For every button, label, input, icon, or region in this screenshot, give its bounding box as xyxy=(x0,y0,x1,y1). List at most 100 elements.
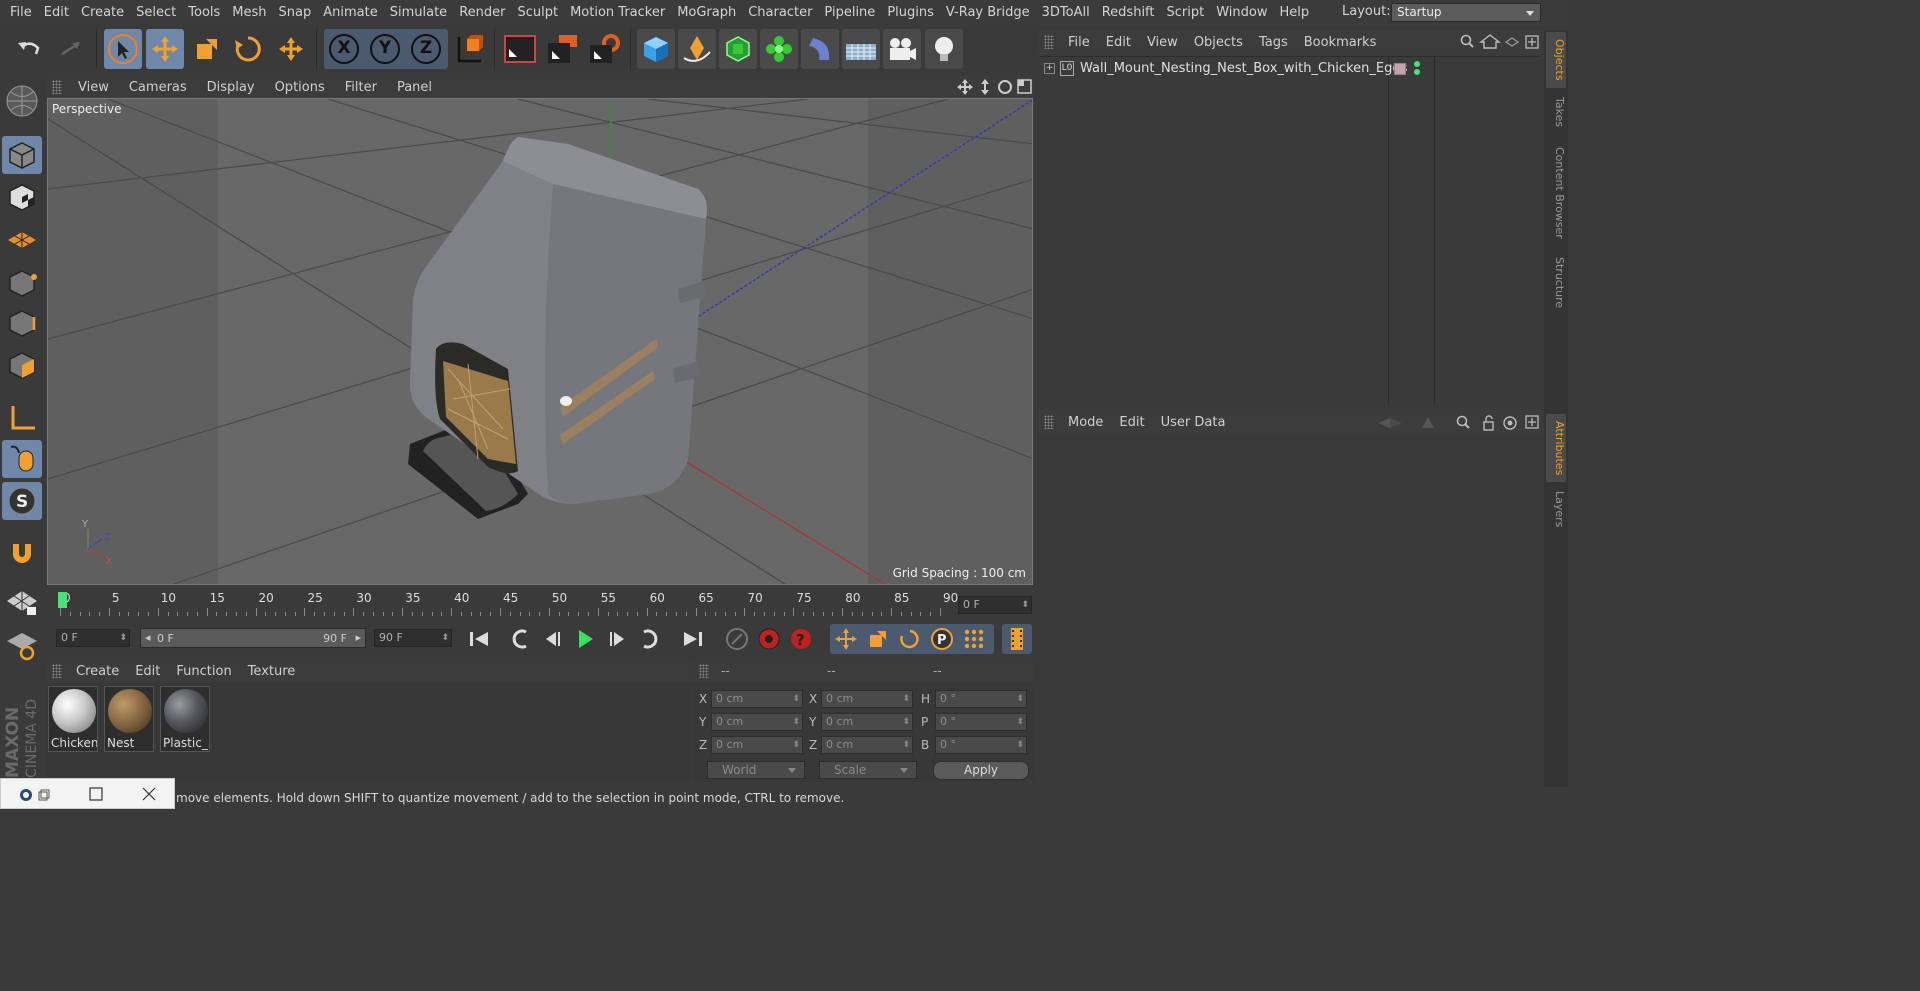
timeline-ruler[interactable]: 051015202530354045505560657075808590 xyxy=(60,588,958,618)
key-rotation-button[interactable] xyxy=(895,624,925,654)
minimized-window[interactable] xyxy=(0,778,175,809)
tab-attributes[interactable]: Attributes xyxy=(1546,414,1566,482)
edges-mode-button[interactable] xyxy=(2,304,42,342)
tab-takes[interactable]: Takes xyxy=(1546,90,1566,134)
workplane-lock-button[interactable] xyxy=(2,584,42,622)
menu-mesh[interactable]: Mesh xyxy=(226,0,272,26)
menu-sculpt[interactable]: Sculpt xyxy=(511,0,564,26)
menu-mograph[interactable]: MoGraph xyxy=(671,0,742,26)
deformer-button[interactable] xyxy=(801,29,839,69)
timeline[interactable]: 051015202530354045505560657075808590 0 F xyxy=(46,588,1034,618)
render-picture-viewer-button[interactable] xyxy=(543,29,581,69)
texture-mode-button[interactable] xyxy=(2,178,42,216)
objects-menu-bookmarks[interactable]: Bookmarks xyxy=(1296,35,1385,50)
keyframe-selection-button[interactable]: ? xyxy=(786,624,816,654)
position-x-field[interactable]: 0 cm xyxy=(711,690,803,708)
close-icon[interactable] xyxy=(142,787,156,801)
scale-button[interactable] xyxy=(188,29,226,69)
layer-color-swatch[interactable] xyxy=(1394,63,1406,75)
subdivision-surface-button[interactable] xyxy=(719,29,757,69)
menu-create[interactable]: Create xyxy=(75,0,130,26)
pen-tool-button[interactable] xyxy=(678,29,716,69)
tab-objects[interactable]: Objects xyxy=(1546,32,1566,88)
attribute-manager-tools[interactable] xyxy=(1376,414,1540,432)
x-axis-button[interactable]: X xyxy=(325,29,363,69)
menu-redshift[interactable]: Redshift xyxy=(1096,0,1161,26)
material-menu-edit[interactable]: Edit xyxy=(127,664,168,679)
tab-layers[interactable]: Layers xyxy=(1546,486,1566,532)
solo-button[interactable]: S xyxy=(2,482,42,520)
previous-frame-button[interactable] xyxy=(538,624,568,654)
start-frame-field[interactable]: 0 F xyxy=(56,629,130,647)
size-y-field[interactable]: 0 cm xyxy=(821,713,913,731)
next-key-button[interactable] xyxy=(634,624,664,654)
viewport-menu-view[interactable]: View xyxy=(68,80,119,95)
viewport-menu-display[interactable]: Display xyxy=(197,80,265,95)
material-swatch[interactable]: Plastic_E xyxy=(160,686,210,752)
current-frame-field[interactable]: 0 F xyxy=(958,596,1032,614)
coordinate-system-button[interactable] xyxy=(450,29,488,69)
menu-plugins[interactable]: Plugins xyxy=(881,0,940,26)
end-frame-field[interactable]: 90 F xyxy=(374,629,452,647)
model-mode-button[interactable] xyxy=(2,136,42,174)
material-menu-texture[interactable]: Texture xyxy=(240,664,304,679)
tweak-mode-button[interactable] xyxy=(2,440,42,478)
axis-mode-button[interactable] xyxy=(2,398,42,436)
rotate-button[interactable] xyxy=(229,29,267,69)
record-active-button[interactable] xyxy=(722,624,752,654)
menu-simulate[interactable]: Simulate xyxy=(384,0,453,26)
editor-visibility-dot[interactable] xyxy=(1414,61,1420,67)
live-selection-button[interactable] xyxy=(104,29,142,69)
size-x-field[interactable]: 0 cm xyxy=(821,690,913,708)
light-button[interactable] xyxy=(925,29,963,69)
render-visibility-dot[interactable] xyxy=(1414,69,1420,75)
menu-help[interactable]: Help xyxy=(1274,0,1316,26)
cloner-button[interactable] xyxy=(760,29,798,69)
material-swatch[interactable]: Chicken xyxy=(48,686,98,752)
locked-workplane-button[interactable] xyxy=(2,626,42,664)
object-row[interactable]: + L0 Wall_Mount_Nesting_Nest_Box_with_Ch… xyxy=(1040,59,1540,79)
key-scale-button[interactable] xyxy=(863,624,893,654)
workplane-mode-button[interactable] xyxy=(2,220,42,258)
maximize-icon[interactable] xyxy=(89,787,103,801)
objects-menu-edit[interactable]: Edit xyxy=(1098,35,1139,50)
3d-viewport[interactable]: Y Z X Perspective Grid Spacing : 100 cm xyxy=(47,98,1033,585)
menu-vray-bridge[interactable]: V-Ray Bridge xyxy=(940,0,1036,26)
undo-button[interactable] xyxy=(10,29,48,69)
floor-button[interactable] xyxy=(842,29,880,69)
menu-edit[interactable]: Edit xyxy=(38,0,75,26)
objects-menu-tags[interactable]: Tags xyxy=(1251,35,1296,50)
viewport-menu-options[interactable]: Options xyxy=(265,80,335,95)
object-list[interactable]: + L0 Wall_Mount_Nesting_Nest_Box_with_Ch… xyxy=(1040,56,1540,405)
go-to-start-button[interactable] xyxy=(464,624,494,654)
menu-render[interactable]: Render xyxy=(453,0,511,26)
key-position-button[interactable] xyxy=(831,624,861,654)
menu-select[interactable]: Select xyxy=(130,0,182,26)
timeline-window-button[interactable] xyxy=(1002,624,1032,654)
play-button[interactable] xyxy=(570,624,600,654)
material-menu-create[interactable]: Create xyxy=(68,664,127,679)
menu-window[interactable]: Window xyxy=(1210,0,1273,26)
playhead[interactable] xyxy=(58,592,67,608)
previous-key-button[interactable] xyxy=(506,624,536,654)
material-swatch[interactable]: Nest xyxy=(104,686,154,752)
object-name[interactable]: Wall_Mount_Nesting_Nest_Box_with_Chicken… xyxy=(1080,61,1407,76)
camera-button[interactable] xyxy=(883,29,921,69)
rotation-h-field[interactable]: 0 ° xyxy=(935,690,1027,708)
menu-snap[interactable]: Snap xyxy=(273,0,318,26)
rotation-b-field[interactable]: 0 ° xyxy=(935,736,1027,754)
menu-3dtoall[interactable]: 3DToAll xyxy=(1036,0,1096,26)
viewport-menu-panel[interactable]: Panel xyxy=(387,80,442,95)
menu-pipeline[interactable]: Pipeline xyxy=(818,0,881,26)
make-editable-button[interactable] xyxy=(2,82,42,120)
position-z-field[interactable]: 0 cm xyxy=(711,736,803,754)
objects-menu-file[interactable]: File xyxy=(1060,35,1098,50)
render-settings-button[interactable] xyxy=(585,29,623,69)
attributes-menu-edit[interactable]: Edit xyxy=(1111,415,1152,430)
attributes-menu-mode[interactable]: Mode xyxy=(1060,415,1111,430)
autokey-button[interactable] xyxy=(754,624,784,654)
viewport-navigation-icons[interactable] xyxy=(956,78,1032,96)
coordinate-system-dropdown[interactable]: World xyxy=(707,761,805,779)
viewport-menu-cameras[interactable]: Cameras xyxy=(119,80,197,95)
layout-select[interactable]: Startup xyxy=(1391,3,1541,22)
